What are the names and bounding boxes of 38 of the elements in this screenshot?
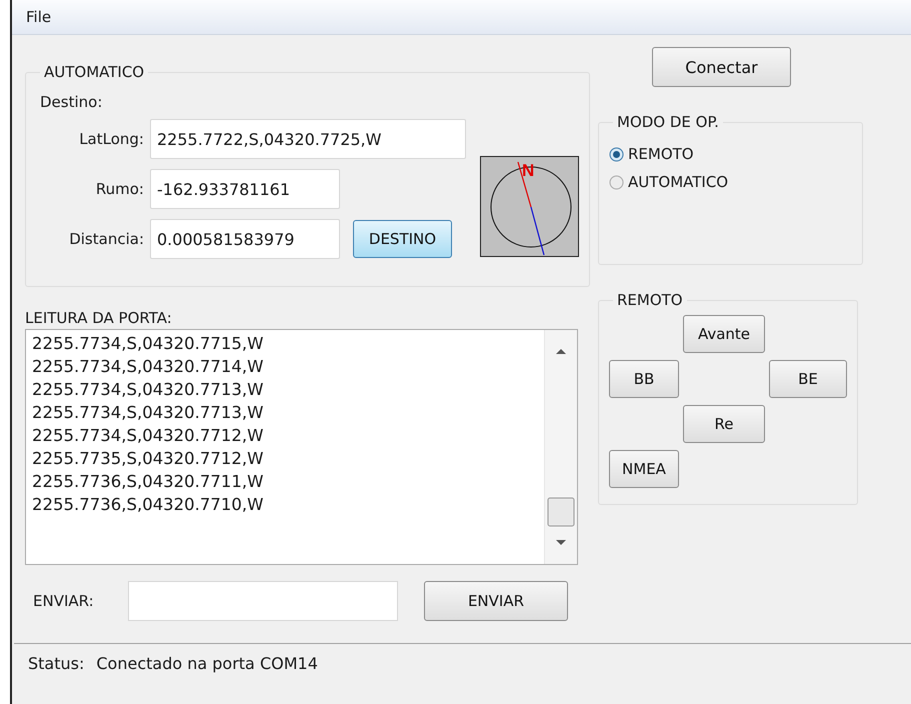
control-button[interactable]: NMEA (609, 450, 679, 488)
port-list[interactable]: 2255.7734,S,04320.7715,W 2255.7734,S,04320.7714,W 2255.7734,S,04320.7713,W 2255.7734,S,04320.7713,W 2255.7734,S,04320.7712,W 2255.7735,S,04320.7712,W 2255.7736,S,04320.7711,W 2255.7736,S,04320.7710,W (25, 329, 578, 565)
send-button[interactable]: ENVIAR (424, 581, 568, 621)
send-label: ENVIAR: (32, 592, 95, 610)
list-item: 2255.7734,S,04320.7713,W (32, 402, 264, 424)
list-label: LEITURA DA PORTA: (25, 309, 172, 327)
radio-label[interactable]: REMOTO (628, 145, 694, 163)
group-title: AUTOMATICO (43, 63, 146, 81)
input-field[interactable]: -162.933781161 (150, 169, 340, 209)
control-button[interactable]: BB (609, 360, 679, 398)
control-button[interactable]: Avante (683, 315, 765, 353)
list-item: 2255.7734,S,04320.7712,W (32, 425, 264, 447)
list-item: 2255.7735,S,04320.7712,W (32, 448, 264, 470)
scrollbar[interactable] (544, 330, 577, 564)
list-item: 2255.7734,S,04320.7715,W (32, 333, 264, 355)
group-title: REMOTO (616, 291, 684, 309)
list-item: 2255.7736,S,04320.7711,W (32, 471, 264, 493)
field-label: Rumo: (94, 180, 145, 198)
list-item: 2255.7734,S,04320.7713,W (32, 379, 264, 401)
field-label: Distancia: (68, 230, 145, 248)
destino-button[interactable]: DESTINO (353, 220, 452, 258)
input-field[interactable]: 0.000581583979 (150, 219, 340, 259)
status-text: Conectado na porta COM14 (96, 654, 318, 673)
group-title: MODO DE OP. (616, 113, 720, 131)
send-field[interactable] (128, 581, 398, 621)
connect-button[interactable]: Conectar (652, 47, 791, 87)
radio-button[interactable] (609, 174, 624, 190)
list-item: 2255.7734,S,04320.7714,W (32, 356, 264, 378)
menu-item[interactable]: File (20, 6, 58, 28)
control-button[interactable]: BE (769, 360, 847, 398)
input-field[interactable]: 2255.7722,S,04320.7725,W (150, 119, 466, 159)
list-item: 2255.7736,S,04320.7710,W (32, 494, 264, 516)
destino-label: Destino: (40, 93, 102, 111)
radio-label[interactable]: AUTOMATICO (628, 173, 728, 191)
control-button[interactable]: Re (683, 405, 765, 443)
field-label: LatLong: (78, 130, 145, 148)
radio-button[interactable] (609, 146, 624, 162)
status-label: Status: (28, 654, 84, 673)
